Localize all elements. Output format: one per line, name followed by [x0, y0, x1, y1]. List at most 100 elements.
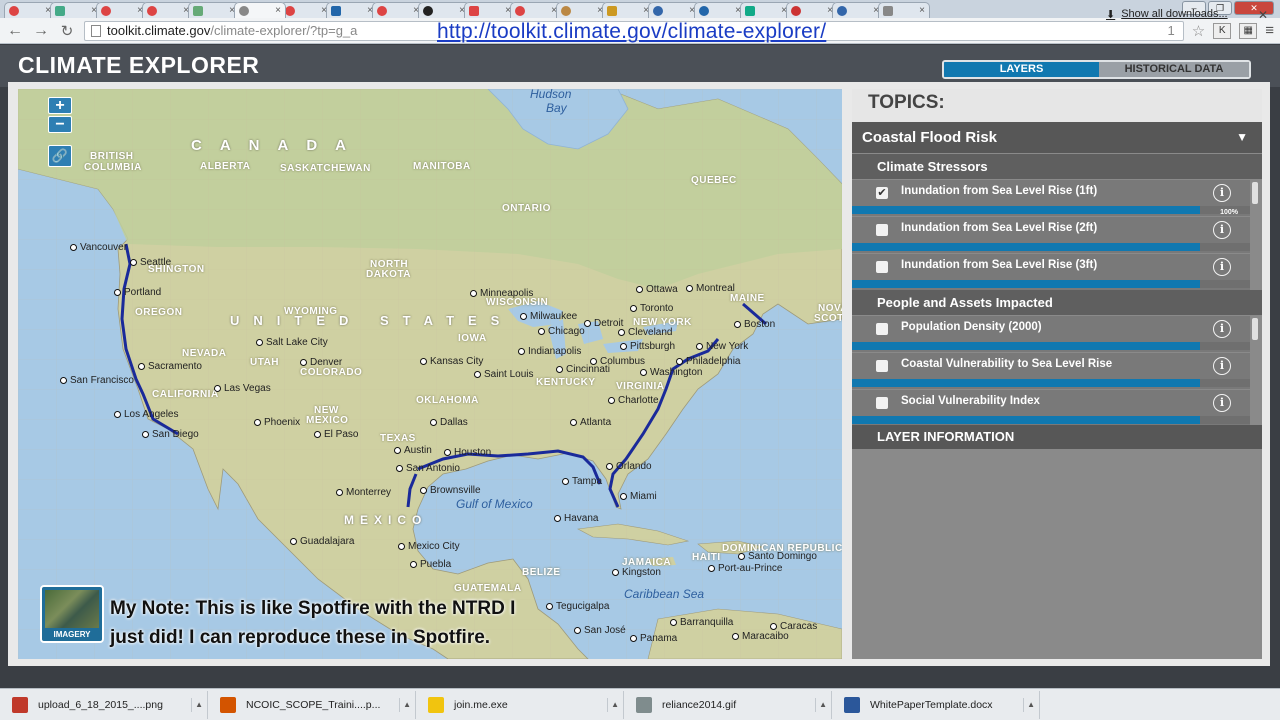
topic-dropdown[interactable]: Coastal Flood Risk ▼ — [852, 122, 1262, 153]
browser-tab[interactable]: × — [50, 2, 102, 18]
layer-row[interactable]: Social Vulnerability Index i — [852, 390, 1250, 426]
city-label: Las Vegas — [214, 383, 271, 394]
city-label: Ottawa — [636, 284, 678, 295]
tab-favicon-icon — [561, 5, 571, 16]
map-label-north-2: DAKOTA — [366, 269, 412, 280]
browser-tab[interactable]: × — [464, 2, 516, 18]
browser-tab[interactable]: × — [556, 2, 608, 18]
map-label-texas: TEXAS — [380, 433, 416, 444]
layer-row[interactable]: Inundation from Sea Level Rise (3ft) i — [852, 254, 1250, 290]
zoom-in-button[interactable]: + — [48, 97, 72, 114]
tab-close-icon[interactable]: × — [275, 5, 281, 16]
browser-tab[interactable]: × — [372, 2, 424, 18]
layer-information-header[interactable]: LAYER INFORMATION — [852, 425, 1262, 449]
download-item[interactable]: NCOIC_SCOPE_Traini....p... ▲ — [208, 690, 416, 719]
opacity-slider[interactable] — [852, 206, 1250, 214]
section-scrollbar[interactable] — [1252, 318, 1258, 340]
browser-tab[interactable]: × — [602, 2, 654, 18]
info-icon[interactable]: i — [1213, 184, 1231, 202]
browser-tab[interactable]: × — [510, 2, 562, 18]
browser-tab[interactable]: × — [694, 2, 746, 18]
note-line-1: My Note: This is like Spotfire with the … — [110, 598, 516, 619]
view-toggle: LAYERS HISTORICAL DATA — [942, 60, 1251, 79]
download-menu-icon[interactable]: ▲ — [607, 697, 619, 712]
download-menu-icon[interactable]: ▲ — [815, 697, 827, 712]
map-view[interactable]: + − 🔗 Hudson Bay CANADA UNITED STATES ME… — [18, 89, 842, 659]
browser-tab[interactable]: × — [832, 2, 884, 18]
info-icon[interactable]: i — [1213, 357, 1231, 375]
tab-favicon-icon — [699, 5, 709, 16]
browser-tab[interactable]: × — [326, 2, 378, 18]
extension-icon[interactable]: K — [1213, 22, 1232, 39]
info-icon[interactable]: i — [1213, 394, 1231, 412]
close-downloads-icon[interactable]: ✕ — [1258, 8, 1268, 22]
opacity-slider[interactable] — [852, 243, 1250, 251]
browser-tab[interactable]: × — [4, 2, 56, 18]
browser-tab[interactable]: × — [740, 2, 792, 18]
close-window-button[interactable]: ✕ — [1234, 1, 1274, 15]
city-label: Salt Lake City — [256, 337, 328, 348]
section-scrollbar[interactable] — [1252, 182, 1258, 204]
map-label-oregon: OREGON — [135, 307, 183, 318]
download-menu-icon[interactable]: ▲ — [1023, 697, 1035, 712]
opacity-slider[interactable] — [852, 379, 1250, 387]
tab-layers[interactable]: LAYERS — [944, 62, 1099, 77]
download-menu-icon[interactable]: ▲ — [191, 697, 203, 712]
imagery-basemap-button[interactable]: IMAGERY — [40, 585, 104, 643]
download-filename: WhitePaperTemplate.docx — [870, 698, 993, 711]
layer-row[interactable]: Coastal Vulnerability to Sea Level Rise i — [852, 353, 1250, 389]
browser-tab[interactable]: × — [878, 2, 930, 18]
zoom-out-button[interactable]: − — [48, 116, 72, 133]
download-item[interactable]: join.me.exe ▲ — [416, 690, 624, 719]
note-line-2: just did! I can reproduce these in Spotf… — [110, 627, 491, 648]
layer-checkbox[interactable] — [876, 261, 888, 273]
opacity-slider[interactable] — [852, 280, 1250, 288]
bookmark-star-icon[interactable]: ☆ — [1192, 22, 1205, 40]
download-item[interactable]: WhitePaperTemplate.docx ▲ — [832, 690, 1040, 719]
zoom-controls: + − 🔗 — [48, 97, 72, 167]
opacity-slider[interactable] — [852, 416, 1250, 424]
info-icon[interactable]: i — [1213, 258, 1231, 276]
share-link-icon[interactable]: 🔗 — [48, 145, 72, 167]
tab-favicon-icon — [193, 5, 203, 16]
map-label-saskatchewan: SASKATCHEWAN — [280, 163, 371, 174]
map-label-bc-2: COLUMBIA — [84, 162, 142, 173]
map-label-kentucky: KENTUCKY — [536, 377, 596, 388]
layer-checkbox[interactable] — [876, 323, 888, 335]
layer-checkbox[interactable] — [876, 397, 888, 409]
forward-icon[interactable]: → — [32, 22, 50, 40]
download-item[interactable]: upload_6_18_2015_....png ▲ — [0, 690, 208, 719]
download-menu-icon[interactable]: ▲ — [399, 697, 411, 712]
back-icon[interactable]: ← — [6, 22, 24, 40]
browser-tab[interactable]: × — [188, 2, 240, 18]
layer-row[interactable]: Population Density (2000) i — [852, 316, 1250, 352]
layer-row[interactable]: ✔ Inundation from Sea Level Rise (1ft) i 10… — [852, 180, 1250, 216]
browser-tab[interactable]: × — [234, 2, 286, 18]
download-icon: ⬇ — [1106, 9, 1116, 21]
browser-tab[interactable]: × — [142, 2, 194, 18]
tab-historical-data[interactable]: HISTORICAL DATA — [1099, 62, 1249, 77]
browser-tab[interactable]: × — [280, 2, 332, 18]
reload-icon[interactable]: ↻ — [58, 22, 76, 40]
browser-tab[interactable]: × — [418, 2, 470, 18]
info-icon[interactable]: i — [1213, 221, 1231, 239]
annotation-note: My Note: This is like Spotfire with the … — [110, 594, 515, 652]
opacity-slider[interactable] — [852, 342, 1250, 350]
menu-icon[interactable]: ≡ — [1265, 22, 1274, 39]
layer-checkbox[interactable] — [876, 360, 888, 372]
info-icon[interactable]: i — [1213, 320, 1231, 338]
extension-icon-2[interactable]: ▦ — [1239, 22, 1258, 39]
layer-row[interactable]: Inundation from Sea Level Rise (2ft) i — [852, 217, 1250, 253]
layer-checkbox[interactable] — [876, 224, 888, 236]
layer-name: Inundation from Sea Level Rise (3ft) — [901, 259, 1098, 271]
city-label: Dallas — [430, 417, 468, 428]
browser-tab[interactable]: × — [648, 2, 700, 18]
overlay-url-link[interactable]: http://toolkit.climate.gov/climate-explo… — [437, 20, 826, 44]
browser-tab[interactable]: × — [96, 2, 148, 18]
city-label: Philadelphia — [676, 356, 741, 367]
browser-tab[interactable]: × — [786, 2, 838, 18]
layer-checkbox[interactable]: ✔ — [876, 187, 888, 199]
download-item[interactable]: reliance2014.gif ▲ — [624, 690, 832, 719]
show-all-downloads-link[interactable]: ⬇ Show all downloads... — [1106, 8, 1228, 21]
tab-close-icon[interactable]: × — [919, 5, 925, 16]
